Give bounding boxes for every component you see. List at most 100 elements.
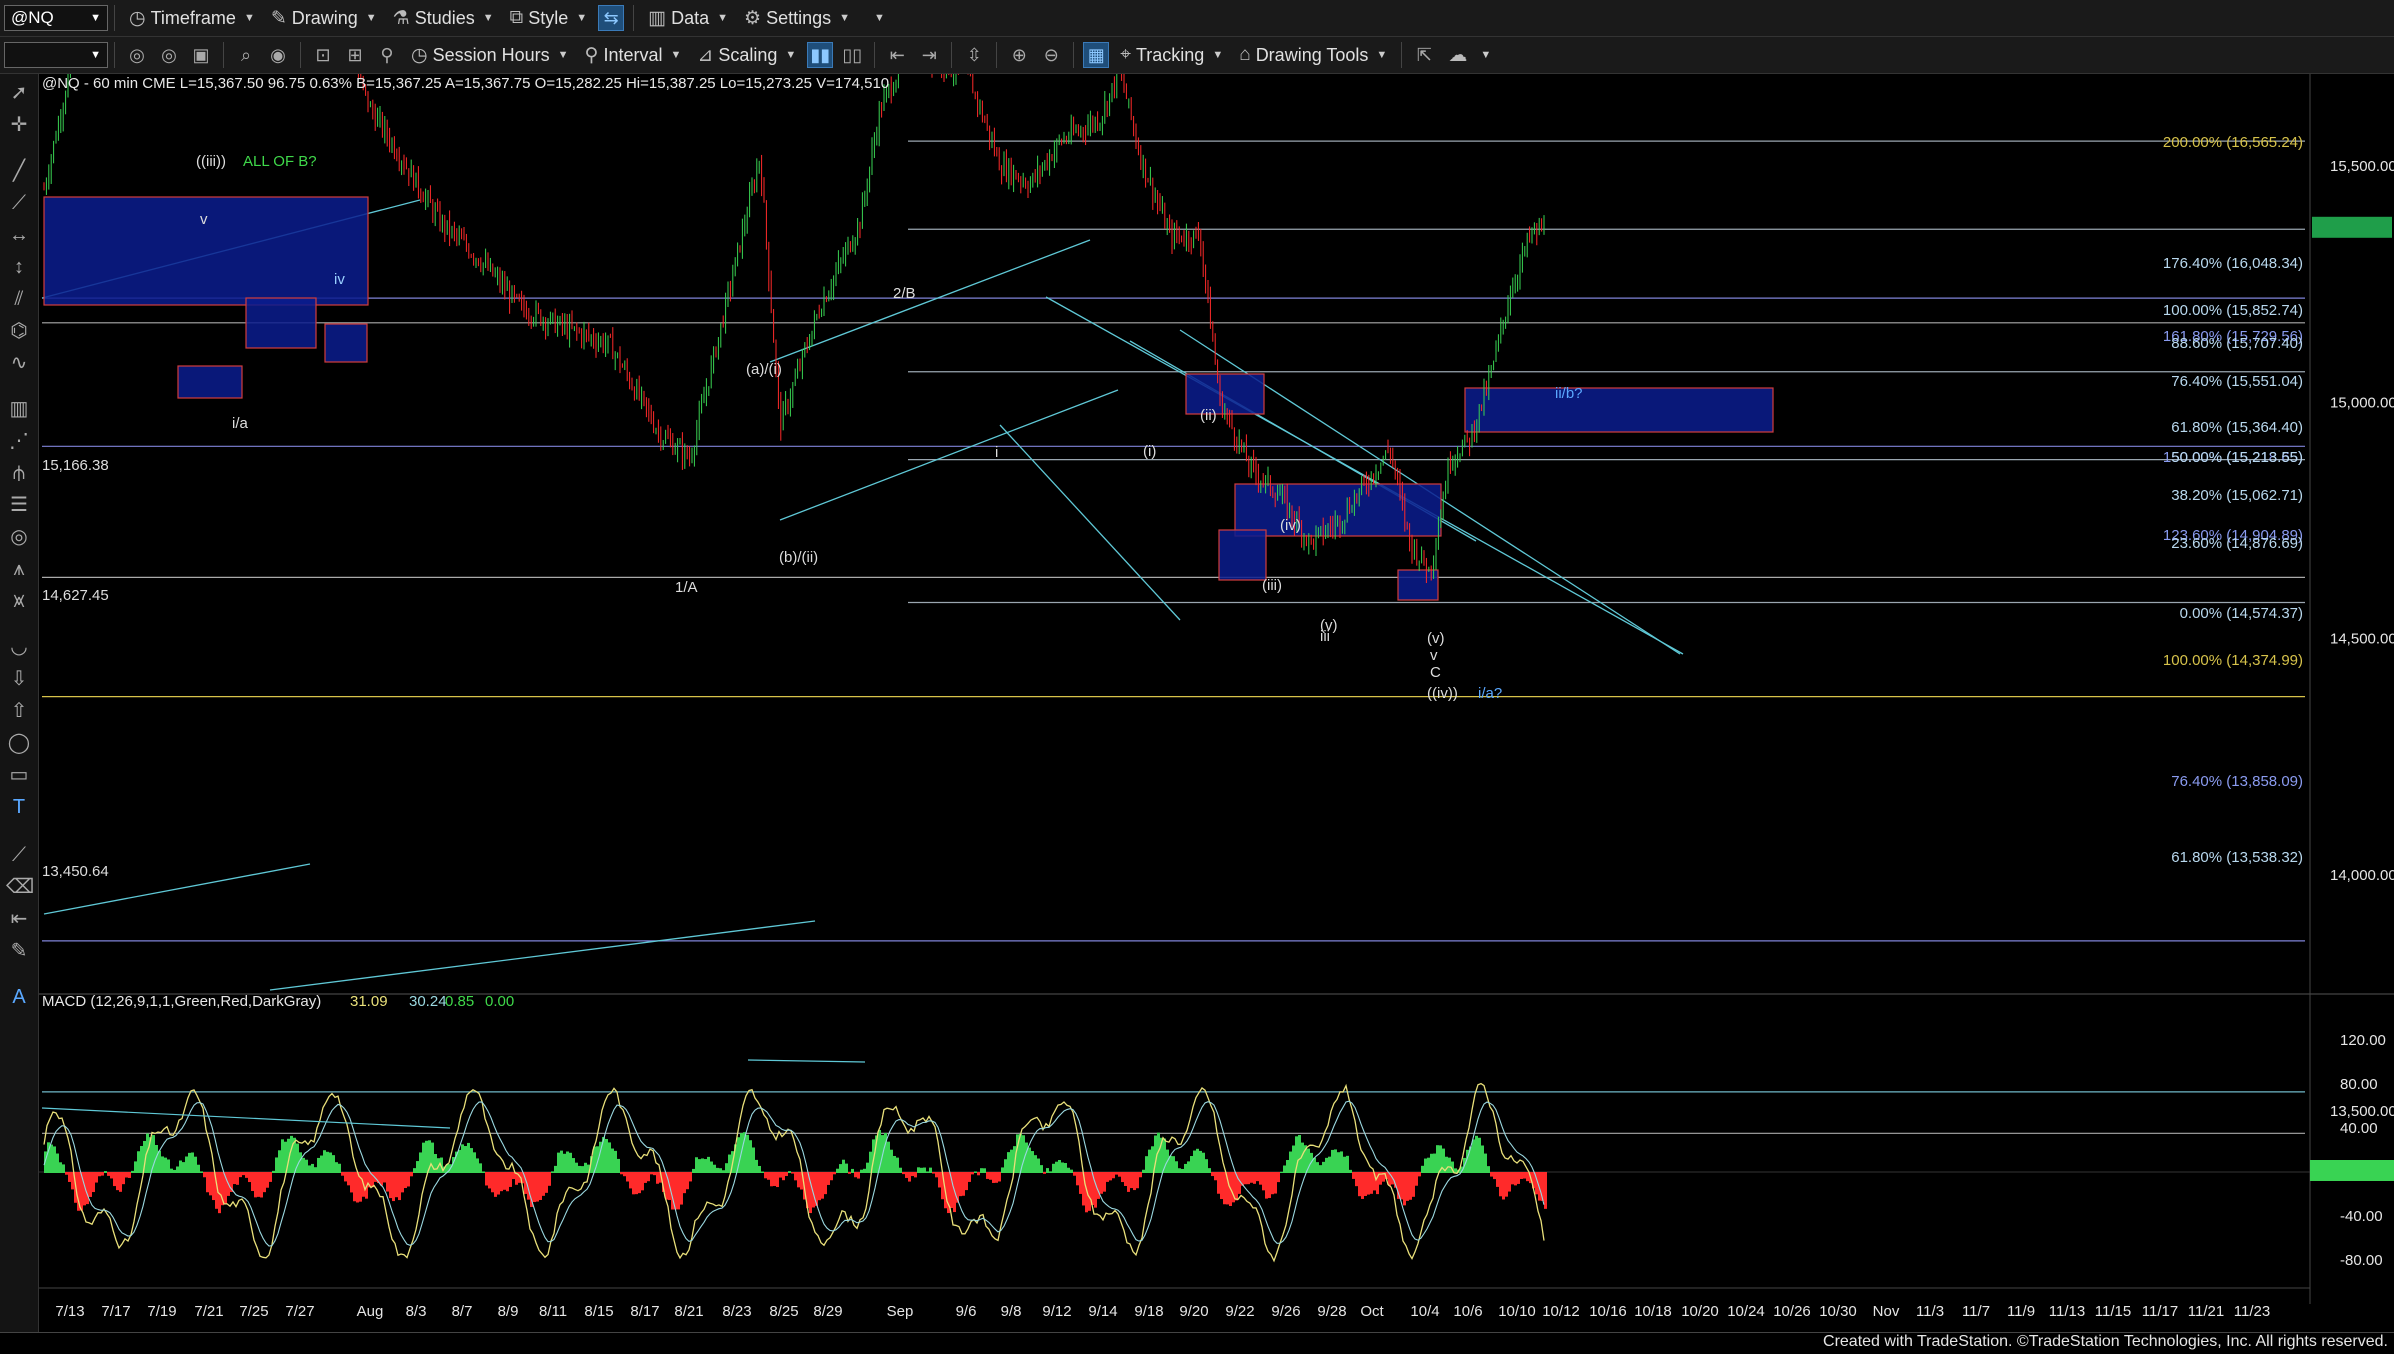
drawing-menu[interactable]: ✎ Drawing ▼ xyxy=(263,3,385,33)
fib-circle-icon[interactable]: ◎ xyxy=(6,524,32,550)
macd-value: 0.00 xyxy=(485,993,514,1010)
ellipse-icon[interactable]: ◯ xyxy=(6,730,32,756)
fibonacci-icon[interactable]: ⌬ xyxy=(6,318,32,344)
snap-icon[interactable]: ⇤ xyxy=(6,906,32,932)
symbol-box[interactable]: @NQ ▼ xyxy=(4,5,108,31)
macd-histogram-bar xyxy=(629,1172,632,1189)
wave-icon[interactable]: ⩙ xyxy=(6,588,32,614)
brush-icon[interactable]: ✎ xyxy=(6,938,32,964)
tracking-menu[interactable]: ⌖ Tracking ▼ xyxy=(1112,40,1231,70)
macd-histogram-bar xyxy=(494,1172,497,1197)
eraser-icon[interactable]: ⌫ xyxy=(6,874,34,900)
window-icon[interactable]: ▣ xyxy=(188,42,214,68)
horizontal-line-icon[interactable]: ↔ xyxy=(6,222,32,248)
macd-histogram-bar xyxy=(1103,1172,1106,1192)
macd-histogram-bar xyxy=(329,1152,332,1173)
scaling-icon: ⊿ xyxy=(697,44,714,66)
line-icon[interactable]: ⟋ xyxy=(6,842,32,868)
fib-lines-icon[interactable]: ☰ xyxy=(6,492,32,518)
macd-histogram-bar xyxy=(245,1172,248,1178)
drawing-tools-menu[interactable]: ⌂ Drawing Tools ▼ xyxy=(1231,40,1395,70)
studies-menu[interactable]: ⚗ Studies ▼ xyxy=(385,3,502,33)
interval-box[interactable]: ▼ xyxy=(4,42,108,68)
macd-histogram-bar xyxy=(1316,1162,1319,1173)
layout-icon[interactable]: ⇳ xyxy=(961,42,987,68)
timeframe-menu[interactable]: ◷ Timeframe ▼ xyxy=(121,3,263,33)
vertical-line-icon[interactable]: ↕ xyxy=(6,254,32,280)
export-icon[interactable]: ⇱ xyxy=(1411,42,1437,68)
data-menu[interactable]: ▥ Data ▼ xyxy=(640,3,736,33)
zoom-chart-icon[interactable]: ⌕ xyxy=(233,42,259,68)
date-axis-label: 11/9 xyxy=(2007,1303,2035,1320)
macd-histogram-bar xyxy=(677,1172,680,1210)
overflow-menu[interactable]: ▼ xyxy=(858,3,893,33)
channel-icon[interactable]: ⫽ xyxy=(6,286,32,312)
macd-histogram-bar xyxy=(1247,1172,1250,1185)
rectangle-icon[interactable]: ▭ xyxy=(6,762,32,788)
macd-histogram-bar xyxy=(278,1150,281,1173)
macd-histogram-bar xyxy=(1418,1172,1421,1177)
bars-icon[interactable]: ▥ xyxy=(6,396,32,422)
session-hours-label: Session Hours xyxy=(432,44,550,65)
interval-menu[interactable]: ⚲ Interval ▼ xyxy=(577,40,690,70)
style-menu[interactable]: ⧉ Style ▼ xyxy=(502,3,596,33)
wave-label: i/a? xyxy=(1478,685,1502,702)
macd-histogram-bar xyxy=(935,1172,938,1178)
candlestick-icon[interactable]: ▮▮ xyxy=(807,42,834,68)
search-icon[interactable]: ⚲ xyxy=(374,42,400,68)
macd-histogram-bar xyxy=(818,1172,821,1201)
date-axis-label: 10/30 xyxy=(1819,1303,1857,1320)
text-label-icon[interactable]: A xyxy=(6,984,32,1010)
link-icon[interactable]: ⇆ xyxy=(598,5,625,31)
style-icon: ⧉ xyxy=(509,7,524,28)
text-tool-icon[interactable]: T xyxy=(6,794,32,820)
trendline-icon[interactable]: ╱ xyxy=(6,158,32,184)
scroll-left-icon[interactable]: ⇤ xyxy=(884,42,910,68)
lock-icon[interactable]: ⊡ xyxy=(310,42,336,68)
macd-histogram-bar xyxy=(1034,1155,1037,1173)
grid-icon[interactable]: ▦ xyxy=(1083,42,1110,68)
bar-icon[interactable]: ▯▯ xyxy=(839,42,865,68)
session-hours-menu[interactable]: ◷ Session Hours ▼ xyxy=(403,40,577,70)
pointer-icon[interactable]: ➚ xyxy=(6,80,32,106)
scaling-menu[interactable]: ⊿ Scaling ▼ xyxy=(689,40,804,70)
macd-histogram-bar xyxy=(962,1172,965,1196)
zoom-out-icon[interactable]: ⊖ xyxy=(1038,42,1064,68)
macd-histogram-bar xyxy=(1133,1172,1136,1191)
chat-menu[interactable]: ☁ ▼ xyxy=(1440,40,1499,70)
ray-icon[interactable]: ⟋ xyxy=(6,190,32,216)
arrow-down-icon[interactable]: ⇩ xyxy=(6,666,32,692)
settings-menu[interactable]: ⚙ Settings ▼ xyxy=(736,3,858,33)
macd-histogram-bar xyxy=(299,1152,302,1173)
circle-icon[interactable]: ◎ xyxy=(124,42,150,68)
chart-window-icon[interactable]: ⊞ xyxy=(342,42,368,68)
macd-histogram-bar xyxy=(182,1162,185,1173)
macd-histogram-bar xyxy=(1127,1172,1130,1192)
macd-histogram-bar xyxy=(635,1172,638,1195)
date-axis-label: 10/10 xyxy=(1498,1303,1536,1320)
arc-icon[interactable]: ◡ xyxy=(6,634,32,660)
chevron-down-icon: ▼ xyxy=(874,12,885,24)
circle-icon[interactable]: ◎ xyxy=(156,42,182,68)
macd-histogram-bar xyxy=(1517,1172,1520,1184)
fib-label: 100.00% (15,852.74) xyxy=(2163,302,2303,319)
curve-icon[interactable]: ∿ xyxy=(6,350,32,376)
zoom-in-icon[interactable]: ⊕ xyxy=(1006,42,1032,68)
crosshair-icon[interactable]: ✛ xyxy=(6,112,32,138)
macd-histogram-bar xyxy=(1151,1146,1154,1173)
macd-last-tag xyxy=(2310,1160,2394,1181)
speed-lines-icon[interactable]: ⩚ xyxy=(6,556,32,582)
gann-icon[interactable]: ⋰ xyxy=(6,428,32,454)
separator xyxy=(633,5,635,31)
macd-histogram-bar xyxy=(1148,1149,1151,1173)
scroll-right-icon[interactable]: ⇥ xyxy=(916,42,942,68)
pitchfork-icon[interactable]: ⫛ xyxy=(6,460,32,486)
price-chart[interactable]: 16,500.0016,000.0015,500.0015,000.0014,5… xyxy=(39,74,2394,1332)
macd-histogram-bar xyxy=(242,1172,245,1176)
arrow-up-icon[interactable]: ⇧ xyxy=(6,698,32,724)
macd-histogram-bar xyxy=(1343,1156,1346,1173)
date-axis-label: 9/12 xyxy=(1042,1303,1071,1320)
macd-histogram-bar xyxy=(908,1172,911,1182)
target-icon[interactable]: ◉ xyxy=(265,42,291,68)
macd-histogram-bar xyxy=(1370,1172,1373,1194)
